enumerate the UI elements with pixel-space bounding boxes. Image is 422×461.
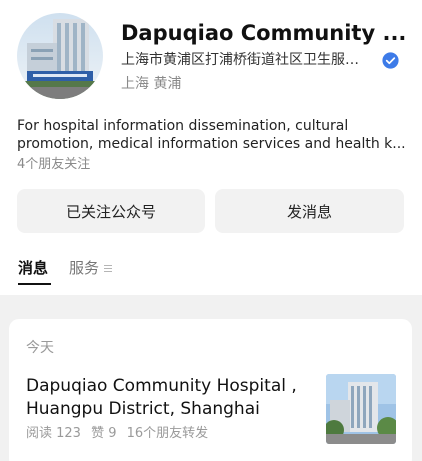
share-count: 16个朋友转发 bbox=[126, 426, 209, 441]
account-avatar[interactable] bbox=[17, 13, 103, 99]
profile-header: Dapuqiao Community ... 上海市黄浦区打浦桥街道社区卫生服…… bbox=[0, 0, 422, 295]
friends-follow-count[interactable]: 4个朋友关注 bbox=[17, 156, 90, 174]
send-message-button[interactable]: 发消息 bbox=[215, 189, 404, 233]
article-stats: 阅读 123 赞 9 16个朋友转发 bbox=[26, 425, 214, 443]
account-location: 上海 黄浦 bbox=[121, 76, 182, 92]
account-description[interactable]: For hospital information dissemination, … bbox=[17, 117, 407, 153]
verified-badge-icon bbox=[382, 51, 399, 69]
organization-name: 上海市黄浦区打浦桥街道社区卫生服… bbox=[121, 52, 359, 68]
like-count: 赞 9 bbox=[91, 426, 117, 441]
organization-row: 上海市黄浦区打浦桥街道社区卫生服… bbox=[121, 51, 399, 69]
date-label: 今天 bbox=[26, 340, 54, 356]
tab-services[interactable]: 服务 bbox=[69, 258, 99, 278]
followed-account-button[interactable]: 已关注公众号 bbox=[17, 189, 205, 233]
active-tab-indicator bbox=[18, 283, 51, 285]
article-thumbnail[interactable] bbox=[326, 374, 396, 444]
article-card[interactable]: 今天 Dapuqiao Community Hospital , Huangpu… bbox=[9, 319, 412, 461]
account-name: Dapuqiao Community ... bbox=[121, 21, 407, 45]
message-feed: 今天 Dapuqiao Community Hospital , Huangpu… bbox=[0, 295, 422, 461]
read-count: 阅读 123 bbox=[26, 426, 81, 441]
menu-icon[interactable] bbox=[104, 264, 112, 273]
tab-messages[interactable]: 消息 bbox=[18, 258, 48, 278]
article-title[interactable]: Dapuqiao Community Hospital , Huangpu Di… bbox=[26, 375, 316, 421]
